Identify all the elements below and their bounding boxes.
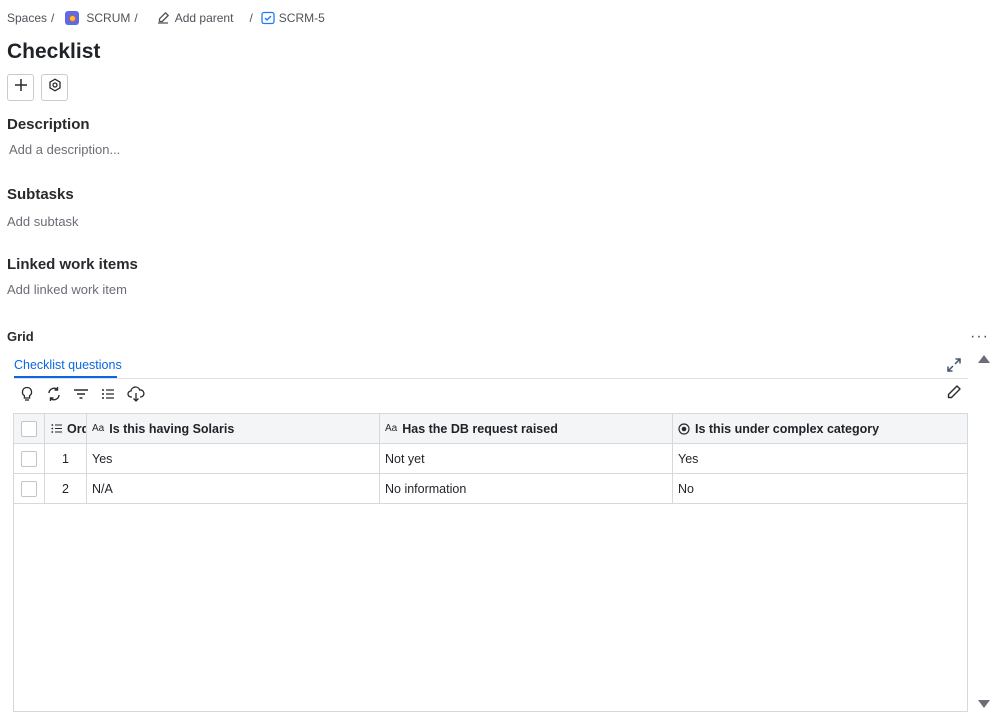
edit-icon — [156, 11, 170, 25]
list-icon — [51, 423, 62, 434]
breadcrumb: Spaces / SCRUM / Add parent / SCRM-5 — [7, 9, 325, 27]
scroll-down-arrow[interactable] — [978, 700, 990, 708]
breadcrumb-separator: / — [249, 11, 253, 25]
column-header-q3[interactable]: Is this under complex category — [673, 414, 967, 443]
more-actions-button[interactable]: ··· — [970, 329, 989, 345]
page-title[interactable]: Checklist — [7, 38, 100, 66]
linked-items-heading: Linked work items — [7, 256, 138, 273]
cell-q3[interactable]: No — [673, 474, 967, 503]
grid-header-row: Ord Aa Is this having Solaris Aa Has the… — [14, 414, 967, 444]
task-checkbox-icon — [261, 11, 275, 25]
radio-type-icon — [678, 422, 690, 435]
row-select-cell — [14, 444, 45, 473]
row-checkbox[interactable] — [21, 450, 37, 467]
breadcrumb-issue-key[interactable]: SCRM-5 — [279, 11, 325, 25]
cell-q1[interactable]: N/A — [87, 474, 380, 503]
scroll-up-arrow[interactable] — [978, 355, 990, 363]
edit-pencil-icon[interactable] — [946, 384, 962, 405]
cell-q3[interactable]: Yes — [673, 444, 967, 473]
expand-icon[interactable] — [946, 357, 962, 378]
checklist-grid: Ord Aa Is this having Solaris Aa Has the… — [13, 413, 968, 712]
breadcrumb-separator: / — [134, 11, 138, 25]
breadcrumb-separator: / — [51, 11, 55, 25]
text-type-icon: Aa — [92, 423, 105, 434]
column-label-q3: Is this under complex category — [695, 421, 880, 436]
row-order: 1 — [45, 444, 87, 473]
subtasks-heading: Subtasks — [7, 186, 74, 203]
description-heading: Description — [7, 116, 90, 133]
breadcrumb-spaces[interactable]: Spaces — [7, 11, 47, 25]
add-parent-button[interactable]: Add parent — [175, 11, 234, 25]
column-label-q2: Has the DB request raised — [402, 421, 558, 436]
tab-checklist-questions[interactable]: Checklist questions — [14, 356, 122, 374]
select-all-checkbox[interactable] — [21, 420, 37, 437]
column-header-order[interactable]: Ord — [45, 414, 87, 443]
list-icon[interactable] — [99, 384, 117, 404]
plus-icon — [14, 78, 28, 97]
select-all-cell — [14, 414, 45, 443]
add-subtask-button[interactable]: Add subtask — [7, 213, 79, 231]
apps-button[interactable] — [41, 74, 68, 101]
settings-circle-icon — [48, 78, 62, 97]
grid-title: Grid — [7, 329, 34, 344]
description-field[interactable]: Add a description... — [9, 141, 120, 159]
cell-q2[interactable]: Not yet — [380, 444, 673, 473]
cloud-download-icon[interactable] — [126, 384, 146, 404]
project-icon — [65, 11, 80, 25]
filter-icon[interactable] — [72, 384, 90, 404]
row-checkbox[interactable] — [21, 480, 37, 497]
add-button[interactable] — [7, 74, 34, 101]
table-row[interactable]: 2 N/A No information No — [14, 474, 967, 504]
row-select-cell — [14, 474, 45, 503]
grid-toolbar — [18, 384, 146, 404]
add-linked-item-button[interactable]: Add linked work item — [7, 281, 127, 299]
column-header-q1[interactable]: Aa Is this having Solaris — [87, 414, 380, 443]
table-row[interactable]: 1 Yes Not yet Yes — [14, 444, 967, 474]
row-order: 2 — [45, 474, 87, 503]
tab-divider — [14, 378, 968, 379]
lightbulb-icon[interactable] — [18, 384, 36, 404]
text-type-icon: Aa — [385, 423, 398, 434]
column-header-q2[interactable]: Aa Has the DB request raised — [380, 414, 673, 443]
breadcrumb-project[interactable]: SCRUM — [86, 11, 130, 25]
cell-q1[interactable]: Yes — [87, 444, 380, 473]
column-label-q1: Is this having Solaris — [109, 421, 235, 436]
refresh-icon[interactable] — [45, 384, 63, 404]
column-label-order: Ord — [67, 421, 86, 436]
cell-q2[interactable]: No information — [380, 474, 673, 503]
